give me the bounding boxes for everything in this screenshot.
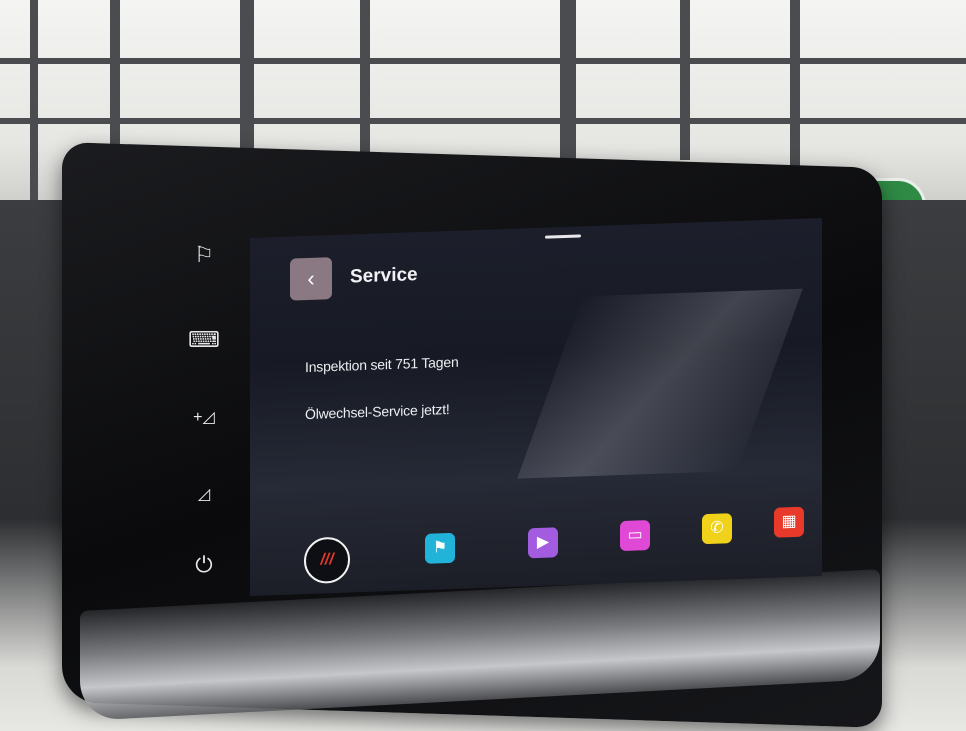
back-button[interactable]: ‹ bbox=[290, 257, 332, 301]
car-settings-icon[interactable]: ▦ bbox=[774, 506, 804, 538]
swipe-handle[interactable] bbox=[545, 234, 581, 239]
oil-service-message: Ölwechsel-Service jetzt! bbox=[305, 401, 450, 423]
chevron-left-icon: ‹ bbox=[307, 265, 315, 291]
hardware-buttons: ⚐ ⌨ +◿ ◿ ⏻ bbox=[170, 230, 240, 590]
phone-icon[interactable]: ✆ bbox=[702, 513, 732, 545]
page-title: Service bbox=[350, 264, 418, 288]
infotainment-screen: ‹ Service Inspektion seit 751 Tagen Ölwe… bbox=[250, 218, 822, 596]
volume-up-icon[interactable]: +◿ bbox=[184, 398, 224, 438]
volume-down-icon[interactable]: ◿ bbox=[184, 475, 224, 515]
home-button[interactable]: /// bbox=[304, 536, 350, 585]
media-play-icon[interactable]: ▶ bbox=[528, 527, 558, 559]
power-icon[interactable]: ⏻ bbox=[184, 545, 224, 585]
inspection-message: Inspektion seit 751 Tagen bbox=[305, 353, 459, 376]
navigation-flag-icon[interactable]: ⚑ bbox=[425, 532, 455, 564]
screen-reflection bbox=[517, 288, 803, 479]
flag-icon[interactable]: ⚐ bbox=[184, 235, 224, 275]
radio-icon[interactable]: ▭ bbox=[620, 520, 650, 552]
keyboard-icon[interactable]: ⌨ bbox=[184, 320, 224, 360]
